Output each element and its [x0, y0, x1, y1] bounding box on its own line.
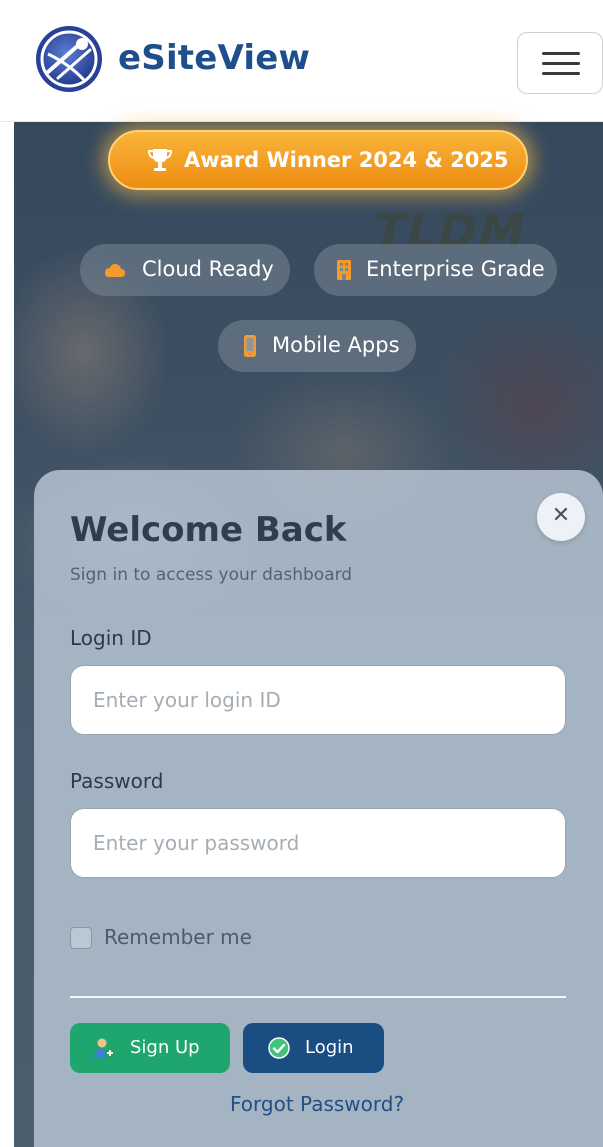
sign-up-button[interactable]: Sign Up	[70, 1023, 230, 1073]
password-input[interactable]	[70, 808, 566, 878]
site-header: eSiteView	[0, 0, 603, 122]
close-button[interactable]: ✕	[537, 493, 585, 541]
sign-up-label: Sign Up	[130, 1037, 200, 1058]
mobile-icon	[244, 335, 256, 357]
login-label: Login	[305, 1037, 354, 1058]
modal-subtitle: Sign in to access your dashboard	[70, 565, 353, 585]
feature-label: Mobile Apps	[272, 333, 400, 357]
hamburger-menu-button[interactable]	[517, 32, 603, 94]
login-id-input[interactable]	[70, 665, 566, 735]
esiteview-logo-icon[interactable]	[34, 24, 104, 94]
award-badge: Award Winner 2024 & 2025	[108, 130, 528, 190]
form-divider	[70, 996, 566, 998]
feature-label: Enterprise Grade	[366, 257, 545, 281]
cloud-icon	[105, 264, 125, 277]
forgot-password-link[interactable]: Forgot Password?	[230, 1092, 404, 1116]
trophy-icon	[147, 149, 173, 171]
remember-me-label[interactable]: Remember me	[104, 925, 252, 949]
password-label: Password	[70, 769, 164, 793]
award-label: Award Winner 2024 & 2025	[184, 148, 509, 172]
check-circle-icon	[268, 1037, 290, 1059]
close-icon: ✕	[551, 503, 571, 528]
login-id-label: Login ID	[70, 626, 152, 650]
building-icon	[337, 260, 351, 280]
feature-label: Cloud Ready	[142, 257, 274, 281]
remember-me-checkbox[interactable]	[70, 927, 92, 949]
modal-title: Welcome Back	[70, 510, 347, 550]
feature-pill-enterprise-grade: Enterprise Grade	[314, 244, 557, 296]
user-add-icon	[94, 1038, 115, 1058]
feature-pill-cloud-ready: Cloud Ready	[80, 244, 290, 296]
brand-name[interactable]: eSiteView	[118, 38, 310, 78]
hamburger-menu-icon	[542, 52, 580, 55]
login-button[interactable]: Login	[243, 1023, 384, 1073]
feature-pill-mobile-apps: Mobile Apps	[218, 320, 416, 372]
